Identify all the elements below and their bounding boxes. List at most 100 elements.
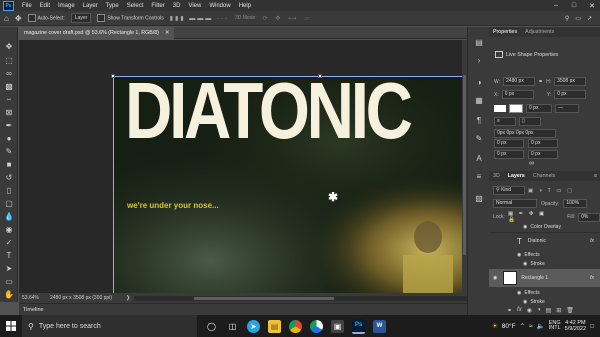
pathfinder-icons[interactable]: ∞ [529,160,534,167]
home-icon[interactable]: ⌂ [4,14,9,23]
path-select-icon[interactable]: ➤ [4,263,14,273]
y-field[interactable]: 0 px [554,90,587,99]
brush-settings-icon[interactable]: ✎ [474,133,484,143]
weather-temp[interactable]: 80°F [502,323,516,330]
blur-tool-icon[interactable]: 💧 [4,211,14,221]
brush-tool-icon[interactable]: ✎ [4,146,14,156]
fill-swatch[interactable] [494,105,506,112]
word-icon[interactable]: W [373,319,386,333]
minimize-icon[interactable]: – [548,0,564,11]
corner-bl-field[interactable]: 0 px [494,150,524,159]
opacity-field[interactable]: 100% [563,199,588,208]
share-icon[interactable]: ↗ [587,15,592,22]
link-icon[interactable]: ⚭ [538,78,543,85]
show-transform-checkbox[interactable] [97,14,106,22]
horizontal-scrollbar[interactable] [134,295,467,301]
auto-select-checkbox[interactable] [27,14,36,22]
timeline-label[interactable]: Timeline [23,307,44,313]
task-view-icon[interactable]: ◯ [205,320,218,333]
layer-effects-row-2[interactable]: ◉ Effects [489,289,600,297]
notification-icon[interactable]: □ [590,323,594,330]
stroke-width-field[interactable]: 0 px [526,104,552,113]
timeline-panel[interactable]: Timeline [19,303,467,315]
search-icon[interactable]: ⚲ [565,15,569,22]
adjustment-icon[interactable]: ◑ [537,307,541,314]
tab-adjustments[interactable]: Adjustments [521,29,558,35]
maximize-icon[interactable]: □ [566,0,582,11]
tab-layers[interactable]: Layers [504,173,529,179]
selection-frame[interactable] [113,76,462,293]
align-edges-select[interactable]: ≡ [494,117,516,126]
menu-help[interactable]: Help [235,3,255,9]
chrome-icon[interactable] [289,319,302,333]
eraser-tool-icon[interactable]: ▯ [4,185,14,195]
rectangle-tool-icon[interactable]: ▭ [4,276,14,286]
stroke-eye-icon[interactable]: ◉ [523,261,527,267]
gradient-tool-icon[interactable]: ▢ [4,198,14,208]
paragraph-icon[interactable]: ¶ [474,115,484,125]
start-button[interactable] [0,315,22,337]
menu-type[interactable]: Type [102,3,123,9]
photoshop-taskbar-icon[interactable]: Ps [352,318,365,334]
healing-brush-icon[interactable]: ● [4,133,14,143]
close-tab-icon[interactable]: ✕ [165,30,169,36]
tray-expand-icon[interactable]: ⌃ [520,322,525,330]
menu-filter[interactable]: Filter [147,3,168,9]
clone-stamp-icon[interactable]: ■ [4,159,14,169]
lock-icons[interactable]: ▦ ✒ ✥ ▣ 🔒 [508,211,558,223]
stroke-align-select[interactable]: ▯ [519,117,541,126]
stroke-type-select[interactable]: — [555,104,579,113]
history-brush-icon[interactable]: ↺ [4,172,14,182]
layer-row-diatonic[interactable]: T Diatonic fx [489,232,600,249]
corner-tl-field[interactable]: 0 px [494,139,524,148]
fx-icon-rectangle[interactable]: fx [590,275,594,281]
zoom-level[interactable]: 53.64% [22,295,50,301]
scroll-thumb[interactable] [463,75,466,255]
layer-effect-row[interactable]: ◉ Color Overlay [489,223,600,231]
fill-field[interactable]: 0% [578,212,600,222]
pen-tool-icon[interactable]: ✓ [4,237,14,247]
document-tab[interactable]: magazine cover draft.psd @ 53.6% (Rectan… [19,27,175,39]
libraries-icon[interactable]: ▨ [474,193,484,203]
eyedropper-icon[interactable]: ✒ [4,120,14,130]
marquee-tool-icon[interactable]: ⬚ [4,55,14,65]
menu-layer[interactable]: Layer [79,3,102,9]
wifi-icon[interactable]: ≈ [529,323,533,330]
menu-select[interactable]: Select [123,3,148,9]
workspace-icon[interactable]: ▭ [575,15,581,22]
language-indicator[interactable]: ENG INTL [549,320,561,332]
filter-kind-select[interactable]: ⚲ Kind [493,186,525,195]
layer-select[interactable]: Layer [70,13,92,23]
transform-handle[interactable] [111,74,115,78]
object-select-icon[interactable]: ▩ [4,81,14,91]
new-group-icon[interactable]: ▤ [546,307,552,314]
add-style-icon[interactable]: fx [517,307,522,314]
layer-stroke-row[interactable]: ◉ Stroke [489,260,600,268]
task-view-button-icon[interactable]: ◫ [226,320,239,333]
clock[interactable]: 4:42 PM 5/9/2022 [565,320,586,332]
layer-stroke-row-2[interactable]: ◉ Stroke [489,298,600,306]
lasso-tool-icon[interactable]: ∞ [4,68,14,78]
tab-channels[interactable]: Channels [529,173,559,179]
add-mask-icon[interactable]: ◉ [527,307,532,314]
fx-icon[interactable]: fx [590,238,594,244]
filter-icons[interactable]: ▣ ◑ T ▭ ▢ [528,188,574,194]
menu-3d[interactable]: 3D [169,3,185,9]
history-icon[interactable]: ▤ [474,37,484,47]
corner-tr-field[interactable]: 0 px [528,139,558,148]
stroke-swatch[interactable] [509,104,523,113]
color-icon[interactable]: ◑ [474,77,484,87]
new-layer-icon[interactable]: ⊞ [556,307,561,314]
status-arrow-icon[interactable]: ❯ [126,295,130,301]
menu-edit[interactable]: Edit [36,3,54,9]
menu-window[interactable]: Window [205,3,234,9]
store-icon[interactable]: ▣ [331,319,344,333]
dodge-tool-icon[interactable]: ◉ [4,224,14,234]
move-tool-icon[interactable]: ✥ [4,41,14,51]
volume-icon[interactable]: 🔈 [537,322,545,330]
effect-eye-icon[interactable]: ◉ [523,224,527,230]
swatches-icon[interactable]: ▦ [474,95,484,105]
menu-view[interactable]: View [184,3,205,9]
tab-3d[interactable]: 3D [489,173,504,179]
file-explorer-icon[interactable]: ▤ [268,319,281,333]
